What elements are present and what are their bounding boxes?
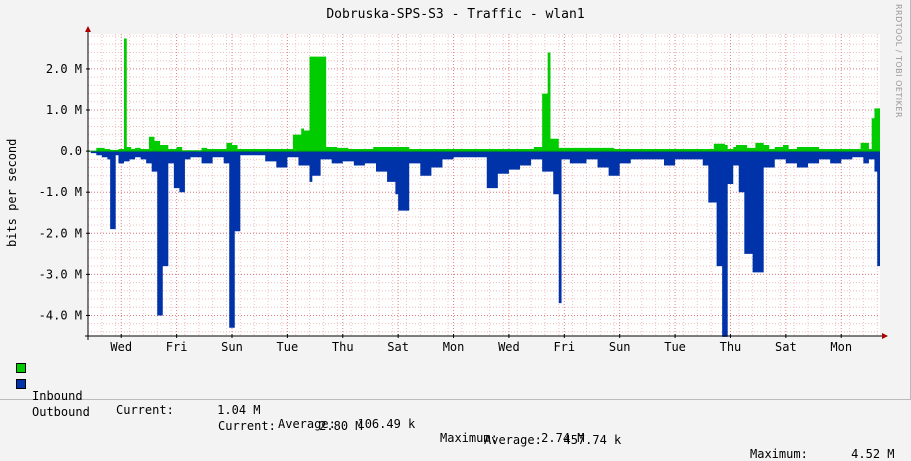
x-tick-label: Sun [221,340,243,354]
x-tick-label: Thu [720,340,742,354]
y-tick-label: -2.0 M [39,226,82,240]
inbound-swatch [16,363,26,373]
y-tick-label: -3.0 M [39,267,82,281]
x-tick-label: Mon [443,340,465,354]
x-tick-label: Thu [332,340,354,354]
x-tick-label: Wed [110,340,132,354]
x-tick-label: Tue [664,340,686,354]
x-axis-arrow [882,333,888,339]
legend-outbound-name: Outbound [32,405,90,419]
legend-inbound-current: Current: 1.04 M [116,403,261,417]
legend-inbound-name: Inbound [32,389,83,403]
legend-outbound-current: Current: 2.80 M [218,419,363,433]
x-tick-label: Fri [166,340,188,354]
traffic-chart: 2.0 M 1.0 M 0.0 -1.0 M -2.0 M -3.0 M -4.0 M Wed… [39,26,888,354]
outbound-swatch [16,379,26,389]
x-tick-label: Sun [609,340,631,354]
x-tick-label: Wed [498,340,520,354]
y-tick-label: 2.0 M [46,62,82,76]
legend-outbound-average: Average: 457.74 k [484,433,622,447]
y-tick-label: -1.0 M [39,185,82,199]
x-tick-label: Sat [775,340,797,354]
x-tick-label: Sat [387,340,409,354]
legend-inbound: Inbound Current: 1.04 M Average: 106.49 … [16,361,898,445]
y-tick-label: -4.0 M [39,308,82,322]
x-tick-label: Mon [830,340,852,354]
y-tick-label: 1.0 M [46,103,82,117]
y-axis-arrow [85,26,91,32]
y-tick-label: 0.0 [60,144,82,158]
x-tick-label: Tue [277,340,299,354]
x-tick-label: Fri [553,340,575,354]
legend-outbound-maximum: Maximum: 4.52 M [750,447,895,461]
legend-outbound: Outbound Current: 2.80 M Average: 457.74… [16,377,898,461]
